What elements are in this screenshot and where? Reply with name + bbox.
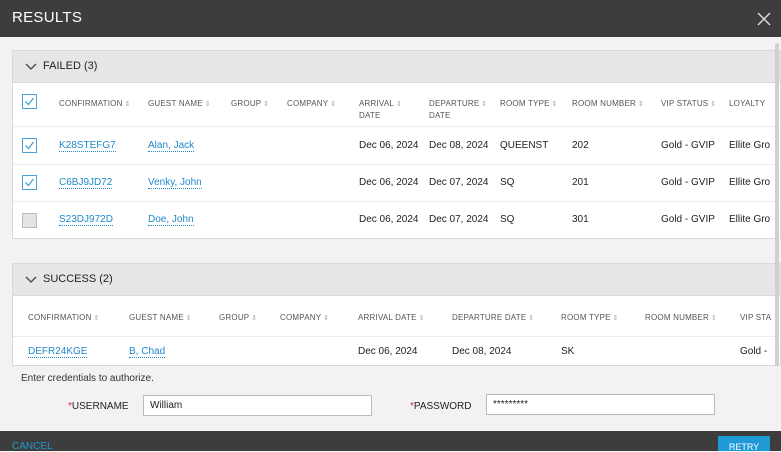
room-number: 202 (572, 140, 589, 151)
col-company[interactable]: COMPANY ⇕ (287, 98, 336, 110)
room-type: SQ (500, 214, 515, 225)
password-field[interactable] (486, 394, 715, 415)
select-all-checkbox[interactable] (22, 94, 37, 109)
col-loyalty[interactable]: LOYALTY (729, 98, 765, 109)
failed-panel-title: FAILED (3) (43, 60, 98, 72)
loyalty: Ellite Gro (729, 177, 771, 188)
success-panel: SUCCESS (2) CONFIRMATION ⇕ GUEST NAME ⇕ GR… (12, 263, 781, 366)
authorization-section: Enter credentials to authorize. *USERNAM… (12, 366, 781, 426)
failed-panel: FAILED (3) CONFIRMATION ⇕ GUEST NAME ⇕ GRO… (12, 50, 781, 239)
col-confirmation[interactable]: CONFIRMATION ⇕ (28, 312, 100, 324)
departure-date: Dec 07, 2024 (429, 214, 489, 225)
arrival-date: Dec 06, 2024 (358, 346, 418, 357)
guest-name-link[interactable]: Alan, Jack (148, 140, 195, 152)
cancel-button[interactable]: CANCEL (12, 441, 53, 452)
col-group[interactable]: GROUP ⇕ (231, 98, 269, 110)
col-vip-status[interactable]: VIP STA (740, 312, 771, 323)
col-room-number[interactable]: ROOM NUMBER ⇕ (645, 312, 717, 324)
guest-name-link[interactable]: Doe, John (148, 214, 194, 226)
guest-name-link[interactable]: B, Chad (129, 346, 166, 358)
vip-status: Gold - GVIP (661, 214, 715, 225)
confirmation-link[interactable]: S23DJ972D (59, 214, 113, 226)
dialog-titlebar: RESULTS (0, 0, 781, 37)
col-departure-date[interactable]: DEPARTURE DATE ⇕ (452, 312, 534, 324)
dialog-footer: CANCEL RETRY (0, 431, 781, 452)
room-number: 301 (572, 214, 589, 225)
col-vip-status[interactable]: VIP STATUS ⇕ (661, 98, 716, 110)
vip-status: Gold - (740, 346, 768, 357)
auth-message: Enter credentials to authorize. (21, 373, 154, 384)
col-arrival-date[interactable]: ARRIVAL ⇕ DATE (359, 98, 402, 121)
departure-date: Dec 08, 2024 (452, 346, 512, 357)
col-departure-date[interactable]: DEPARTURE ⇕ DATE (429, 98, 487, 121)
room-type: SK (561, 346, 575, 357)
col-company[interactable]: COMPANY ⇕ (280, 312, 329, 324)
confirmation-link[interactable]: K28STEFG7 (59, 140, 116, 152)
confirmation-link[interactable]: DEFR24KGE (28, 346, 88, 358)
chevron-down-icon[interactable] (24, 273, 38, 287)
loyalty: Ellite Gro (729, 214, 771, 225)
failed-panel-header[interactable]: FAILED (3) (13, 51, 780, 83)
col-group[interactable]: GROUP ⇕ (219, 312, 257, 324)
row-checkbox[interactable] (22, 213, 37, 228)
confirmation-link[interactable]: C6BJ9JD72 (59, 177, 113, 189)
loyalty: Ellite Gro (729, 140, 771, 151)
departure-date: Dec 08, 2024 (429, 140, 489, 151)
password-label: *PASSWORD (410, 401, 472, 412)
close-icon[interactable] (756, 11, 772, 27)
row-checkbox[interactable] (22, 138, 37, 153)
col-room-type[interactable]: ROOM TYPE ⇕ (561, 312, 619, 324)
arrival-date: Dec 06, 2024 (359, 140, 419, 151)
success-panel-header[interactable]: SUCCESS (2) (13, 264, 780, 296)
success-panel-title: SUCCESS (2) (43, 273, 113, 285)
room-type: QUEENST (500, 140, 549, 151)
col-arrival-date[interactable]: ARRIVAL DATE ⇕ (358, 312, 425, 324)
room-type: SQ (500, 177, 515, 188)
guest-name-link[interactable]: Venky, John (148, 177, 202, 189)
vip-status: Gold - GVIP (661, 140, 715, 151)
dialog-title: RESULTS (12, 9, 83, 26)
arrival-date: Dec 06, 2024 (359, 214, 419, 225)
room-number: 201 (572, 177, 589, 188)
username-field[interactable] (143, 395, 372, 416)
chevron-down-icon[interactable] (24, 60, 38, 74)
username-label: *USERNAME (68, 401, 129, 412)
departure-date: Dec 07, 2024 (429, 177, 489, 188)
row-checkbox[interactable] (22, 175, 37, 190)
col-guest-name[interactable]: GUEST NAME ⇕ (148, 98, 211, 110)
col-confirmation[interactable]: CONFIRMATION ⇕ (59, 98, 131, 110)
arrival-date: Dec 06, 2024 (359, 177, 419, 188)
col-guest-name[interactable]: GUEST NAME ⇕ (129, 312, 192, 324)
vip-status: Gold - GVIP (661, 177, 715, 188)
col-room-number[interactable]: ROOM NUMBER ⇕ (572, 98, 644, 110)
col-room-type[interactable]: ROOM TYPE ⇕ (500, 98, 558, 110)
retry-button[interactable]: RETRY (718, 436, 770, 452)
